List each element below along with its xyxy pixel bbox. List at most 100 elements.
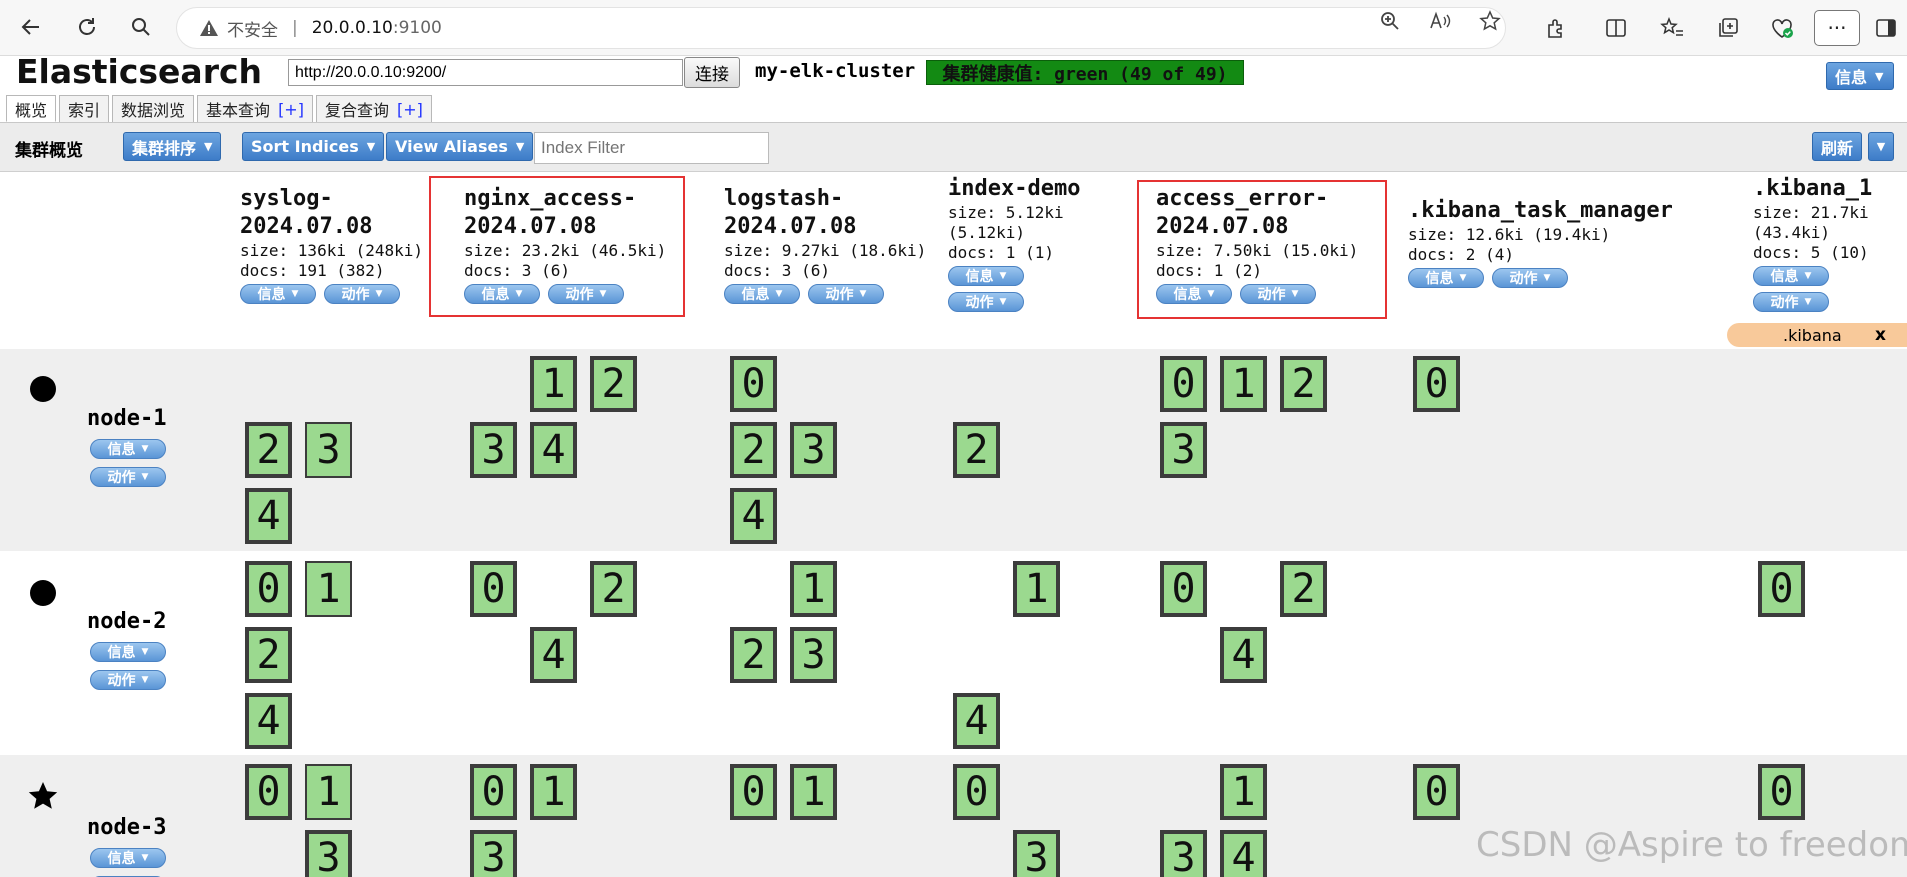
shard-box[interactable]: 0 (245, 764, 292, 820)
node-info-button[interactable]: 信息 ▼ (90, 642, 166, 662)
shard-box[interactable]: 2 (1280, 356, 1327, 412)
shard-box[interactable]: 0 (730, 764, 777, 820)
shard-box[interactable]: 3 (305, 830, 352, 877)
read-aloud-icon[interactable] (1428, 9, 1452, 33)
shard-box[interactable]: 2 (245, 627, 292, 683)
index-info-button[interactable]: 信息 ▼ (240, 284, 316, 304)
alias-tag[interactable]: .kibana x (1727, 323, 1907, 347)
shard-box[interactable]: 0 (1160, 561, 1207, 617)
shard-box[interactable]: 2 (590, 356, 637, 412)
shard-box[interactable]: 1 (1220, 356, 1267, 412)
refresh-button[interactable]: 刷新 (1812, 132, 1863, 161)
index-action-button[interactable]: 动作 ▼ (808, 284, 884, 304)
shard-box[interactable]: 3 (790, 627, 837, 683)
shard-box[interactable]: 2 (730, 422, 777, 478)
shard-box[interactable]: 2 (953, 422, 1000, 478)
index-stat: docs: 5 (10) (1753, 243, 1869, 262)
extensions-icon[interactable] (1540, 12, 1572, 44)
shard-box[interactable]: 1 (1220, 764, 1267, 820)
address-bar[interactable]: 不安全 | 20.0.0.10:9100 (176, 7, 1506, 49)
insecure-label[interactable]: 不安全 (227, 16, 278, 41)
shard-box[interactable]: 2 (730, 627, 777, 683)
shard-box[interactable]: 3 (790, 422, 837, 478)
shard-box[interactable]: 3 (470, 422, 517, 478)
index-action-button[interactable]: 动作 ▼ (1492, 268, 1568, 288)
pill-label: 动作 (107, 673, 136, 689)
reload-icon[interactable] (70, 10, 104, 44)
shard-box[interactable]: 2 (245, 422, 292, 478)
shard-box[interactable]: 0 (730, 356, 777, 412)
shard-box[interactable]: 3 (305, 422, 352, 478)
shard-box[interactable]: 2 (590, 561, 637, 617)
tab-compound-query[interactable]: 复合查询 [+] (315, 95, 432, 122)
favorite-star-icon[interactable] (1478, 9, 1502, 33)
sort-cluster-button[interactable]: 集群排序 ▼ (123, 132, 222, 161)
shard-box[interactable]: 3 (1013, 830, 1060, 877)
tab-browser[interactable]: 数据浏览 (112, 95, 195, 122)
index-action-button[interactable]: 动作 ▼ (948, 292, 1024, 312)
shard-box[interactable]: 3 (1160, 830, 1207, 877)
shard-box[interactable]: 1 (790, 764, 837, 820)
warning-icon[interactable] (199, 18, 219, 38)
shard-box[interactable]: 4 (530, 422, 577, 478)
info-menu-button[interactable]: 信息 ▼ (1826, 62, 1894, 90)
favorites-icon[interactable] (1656, 12, 1688, 44)
browser-essentials-icon[interactable] (1766, 12, 1798, 44)
shard-box[interactable]: 0 (953, 764, 1000, 820)
connect-button[interactable]: 连接 (684, 57, 740, 88)
connection-url-input[interactable] (288, 59, 683, 86)
shard-box[interactable]: 0 (470, 764, 517, 820)
shard-box[interactable]: 3 (470, 830, 517, 877)
tab-overview[interactable]: 概览 (6, 95, 57, 122)
view-aliases-button[interactable]: View Aliases ▼ (386, 132, 534, 161)
index-info-button[interactable]: 信息 ▼ (1753, 266, 1829, 286)
more-options-icon[interactable]: ··· (1814, 10, 1860, 46)
shard-box[interactable]: 3 (1160, 422, 1207, 478)
shard-box[interactable]: 0 (1758, 764, 1805, 820)
zoom-icon[interactable] (1378, 9, 1402, 33)
split-screen-icon[interactable] (1600, 12, 1632, 44)
index-info-button[interactable]: 信息 ▼ (724, 284, 800, 304)
node-action-button[interactable]: 动作 ▼ (90, 467, 166, 487)
shard-box[interactable]: 0 (1160, 356, 1207, 412)
index-info-button[interactable]: 信息 ▼ (1408, 268, 1484, 288)
index-action-button[interactable]: 动作 ▼ (1753, 292, 1829, 312)
shard-box[interactable]: 4 (1220, 627, 1267, 683)
shard-box[interactable]: 0 (1758, 561, 1805, 617)
shard-box[interactable]: 0 (245, 561, 292, 617)
node-info-button[interactable]: 信息 ▼ (90, 439, 166, 459)
index-info-button[interactable]: 信息 ▼ (948, 266, 1024, 286)
shard-box[interactable]: 4 (245, 488, 292, 544)
shard-box[interactable]: 1 (530, 356, 577, 412)
shard-box[interactable]: 1 (305, 561, 352, 617)
shard-box[interactable]: 4 (245, 693, 292, 749)
index-action-button[interactable]: 动作 ▼ (324, 284, 400, 304)
sort-indices-button[interactable]: Sort Indices ▼ (242, 132, 385, 161)
tab-basic-query[interactable]: 基本查询 [+] (197, 95, 313, 122)
shard-box[interactable]: 0 (1413, 356, 1460, 412)
tab-add-link[interactable]: [+] (278, 100, 304, 119)
shard-box[interactable]: 4 (530, 627, 577, 683)
shard-box[interactable]: 0 (470, 561, 517, 617)
collections-icon[interactable] (1712, 12, 1744, 44)
shard-box[interactable]: 2 (1280, 561, 1327, 617)
index-filter-input[interactable] (534, 132, 769, 164)
shard-box[interactable]: 1 (1013, 561, 1060, 617)
sidebar-toggle-icon[interactable] (1870, 12, 1902, 44)
index-actions: 信息 ▼ 动作 ▼ (724, 284, 926, 304)
tab-add-link[interactable]: [+] (397, 100, 423, 119)
search-icon[interactable] (124, 10, 158, 44)
shard-box[interactable]: 1 (305, 764, 352, 820)
node-info-button[interactable]: 信息 ▼ (90, 848, 166, 868)
shard-box[interactable]: 1 (530, 764, 577, 820)
shard-box[interactable]: 0 (1413, 764, 1460, 820)
shard-box[interactable]: 4 (1220, 830, 1267, 877)
shard-box[interactable]: 4 (730, 488, 777, 544)
tab-indices[interactable]: 索引 (59, 95, 110, 122)
back-arrow-icon[interactable] (14, 10, 48, 44)
close-icon[interactable]: x (1875, 325, 1886, 345)
refresh-dropdown-icon[interactable]: ▼ (1868, 132, 1894, 161)
node-action-button[interactable]: 动作 ▼ (90, 670, 166, 690)
shard-box[interactable]: 1 (790, 561, 837, 617)
shard-box[interactable]: 4 (953, 693, 1000, 749)
